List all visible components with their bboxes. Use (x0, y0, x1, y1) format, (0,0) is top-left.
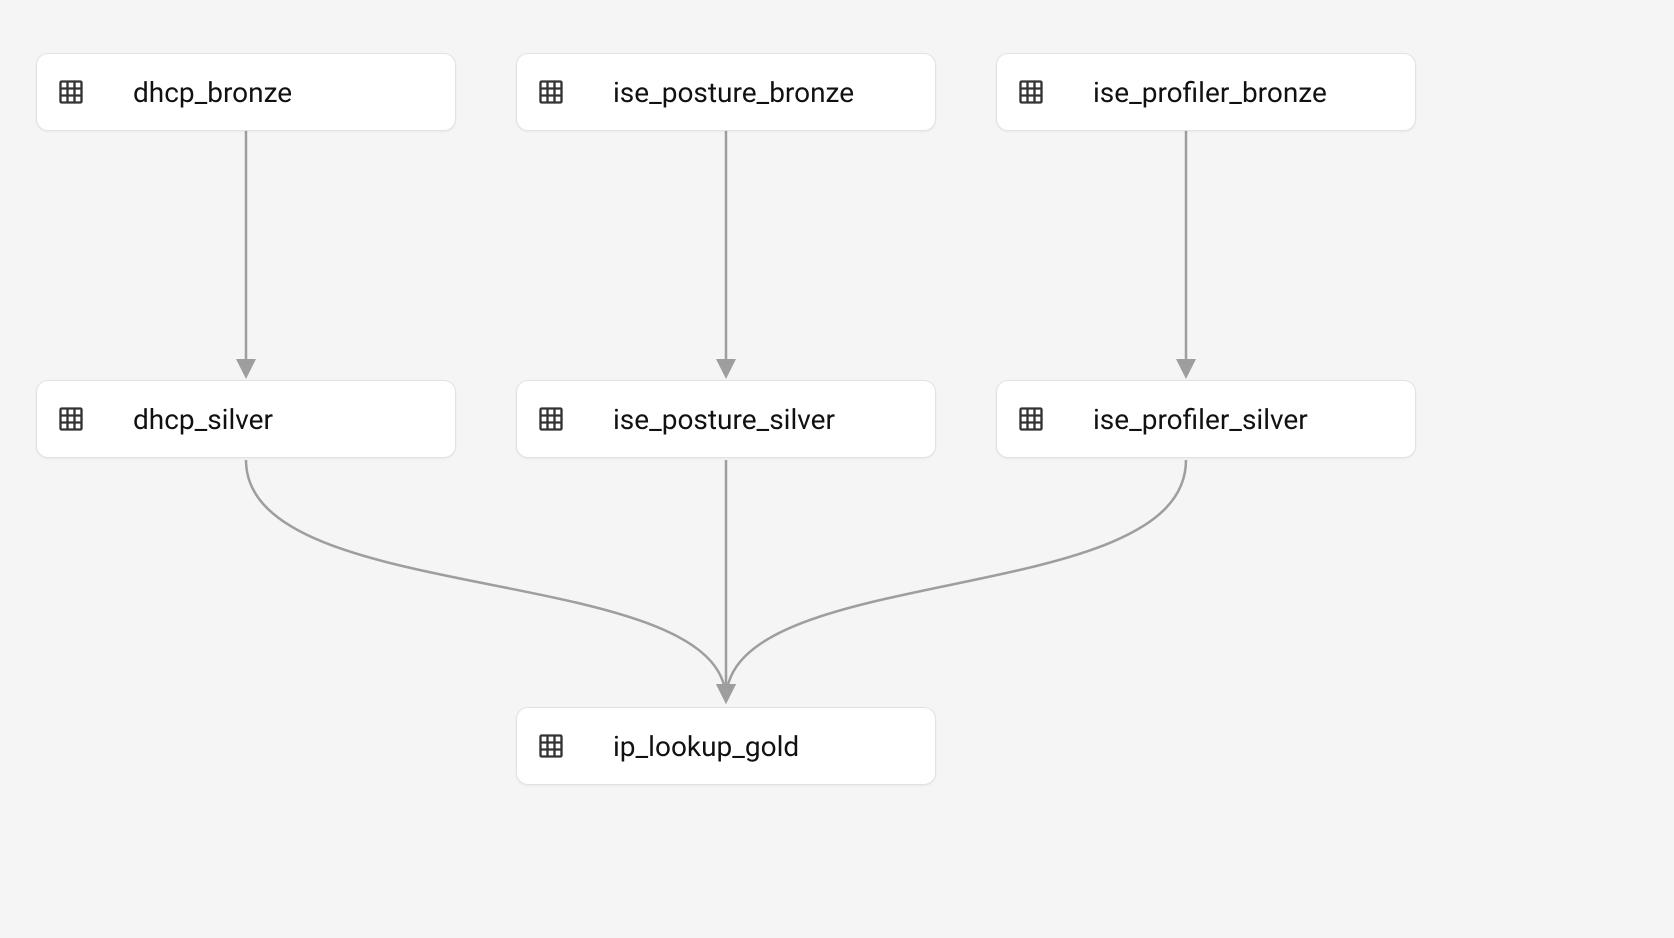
node-label: dhcp_bronze (133, 76, 292, 109)
edge-ise-profiler-silver-to-gold (726, 460, 1186, 700)
node-dhcp-silver[interactable]: dhcp_silver (36, 380, 456, 458)
table-icon (57, 78, 85, 106)
table-icon (537, 732, 565, 760)
diagram-canvas: dhcp_bronze ise_posture_bronze ise_profi (0, 0, 1674, 938)
node-label: ise_posture_bronze (613, 76, 854, 109)
node-label: ise_profiler_silver (1093, 403, 1308, 436)
table-icon (537, 405, 565, 433)
node-ise-profiler-silver[interactable]: ise_profiler_silver (996, 380, 1416, 458)
node-dhcp-bronze[interactable]: dhcp_bronze (36, 53, 456, 131)
node-label: dhcp_silver (133, 403, 273, 436)
node-label: ise_profiler_bronze (1093, 76, 1327, 109)
table-icon (1017, 78, 1045, 106)
node-ip-lookup-gold[interactable]: ip_lookup_gold (516, 707, 936, 785)
edges-layer (0, 0, 1674, 938)
table-icon (537, 78, 565, 106)
node-ise-posture-bronze[interactable]: ise_posture_bronze (516, 53, 936, 131)
node-ise-profiler-bronze[interactable]: ise_profiler_bronze (996, 53, 1416, 131)
table-icon (57, 405, 85, 433)
node-label: ip_lookup_gold (613, 730, 799, 763)
edge-dhcp-silver-to-gold (246, 460, 726, 700)
node-ise-posture-silver[interactable]: ise_posture_silver (516, 380, 936, 458)
table-icon (1017, 405, 1045, 433)
node-label: ise_posture_silver (613, 403, 835, 436)
